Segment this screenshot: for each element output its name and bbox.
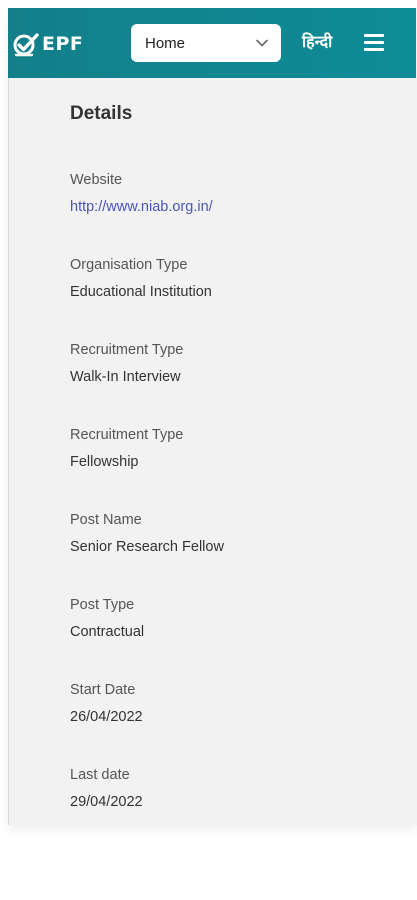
epf-logo[interactable]: EPF [12, 30, 83, 58]
top-header: EPF Home हिन्दी [8, 8, 416, 78]
field-post-name: Post Name Senior Research Fellow [70, 511, 400, 596]
field-value: 29/04/2022 [70, 794, 143, 810]
details-fields: Website http://www.niab.org.in/ Organisa… [70, 171, 400, 851]
check-badge-icon [13, 33, 39, 57]
field-label: Start Date [70, 682, 136, 698]
page-select-value: Home [145, 34, 186, 52]
field-value: Fellowship [70, 454, 139, 470]
field-recruitment-type-2: Recruitment Type Fellowship [70, 426, 400, 511]
website-link[interactable]: http://www.niab.org.in/ [70, 199, 213, 215]
field-organisation-type: Organisation Type Educational Institutio… [70, 256, 400, 341]
language-toggle-link[interactable]: हिन्दी [302, 32, 332, 52]
field-last-date: Last date 29/04/2022 [70, 766, 400, 851]
field-label: Post Name [70, 512, 142, 528]
chevron-down-icon [256, 39, 268, 47]
field-recruitment-type: Recruitment Type Walk-In Interview [70, 341, 400, 426]
field-value: Walk-In Interview [70, 369, 181, 385]
field-label: Last date [70, 767, 130, 783]
field-value: Contractual [70, 624, 145, 640]
page: EPF Home हिन्दी Details Website http://w… [0, 0, 417, 900]
details-title: Details [70, 103, 133, 124]
field-label: Post Type [70, 597, 135, 613]
field-label: Organisation Type [70, 257, 188, 273]
field-value: Senior Research Fellow [70, 539, 224, 555]
hamburger-menu-icon[interactable] [364, 34, 384, 52]
page-select-dropdown[interactable]: Home [131, 24, 281, 62]
field-label: Recruitment Type [70, 342, 184, 358]
logo-text: EPF [42, 33, 84, 55]
field-start-date: Start Date 26/04/2022 [70, 681, 400, 766]
field-value: http://www.niab.org.in/ [70, 198, 400, 216]
field-label: Recruitment Type [70, 427, 184, 443]
field-label: Website [70, 172, 123, 188]
field-website: Website http://www.niab.org.in/ [70, 171, 400, 256]
field-value: 26/04/2022 [70, 709, 143, 725]
details-section: Details Website http://www.niab.org.in/ … [70, 102, 400, 851]
field-value: Educational Institution [70, 284, 212, 300]
field-post-type: Post Type Contractual [70, 596, 400, 681]
